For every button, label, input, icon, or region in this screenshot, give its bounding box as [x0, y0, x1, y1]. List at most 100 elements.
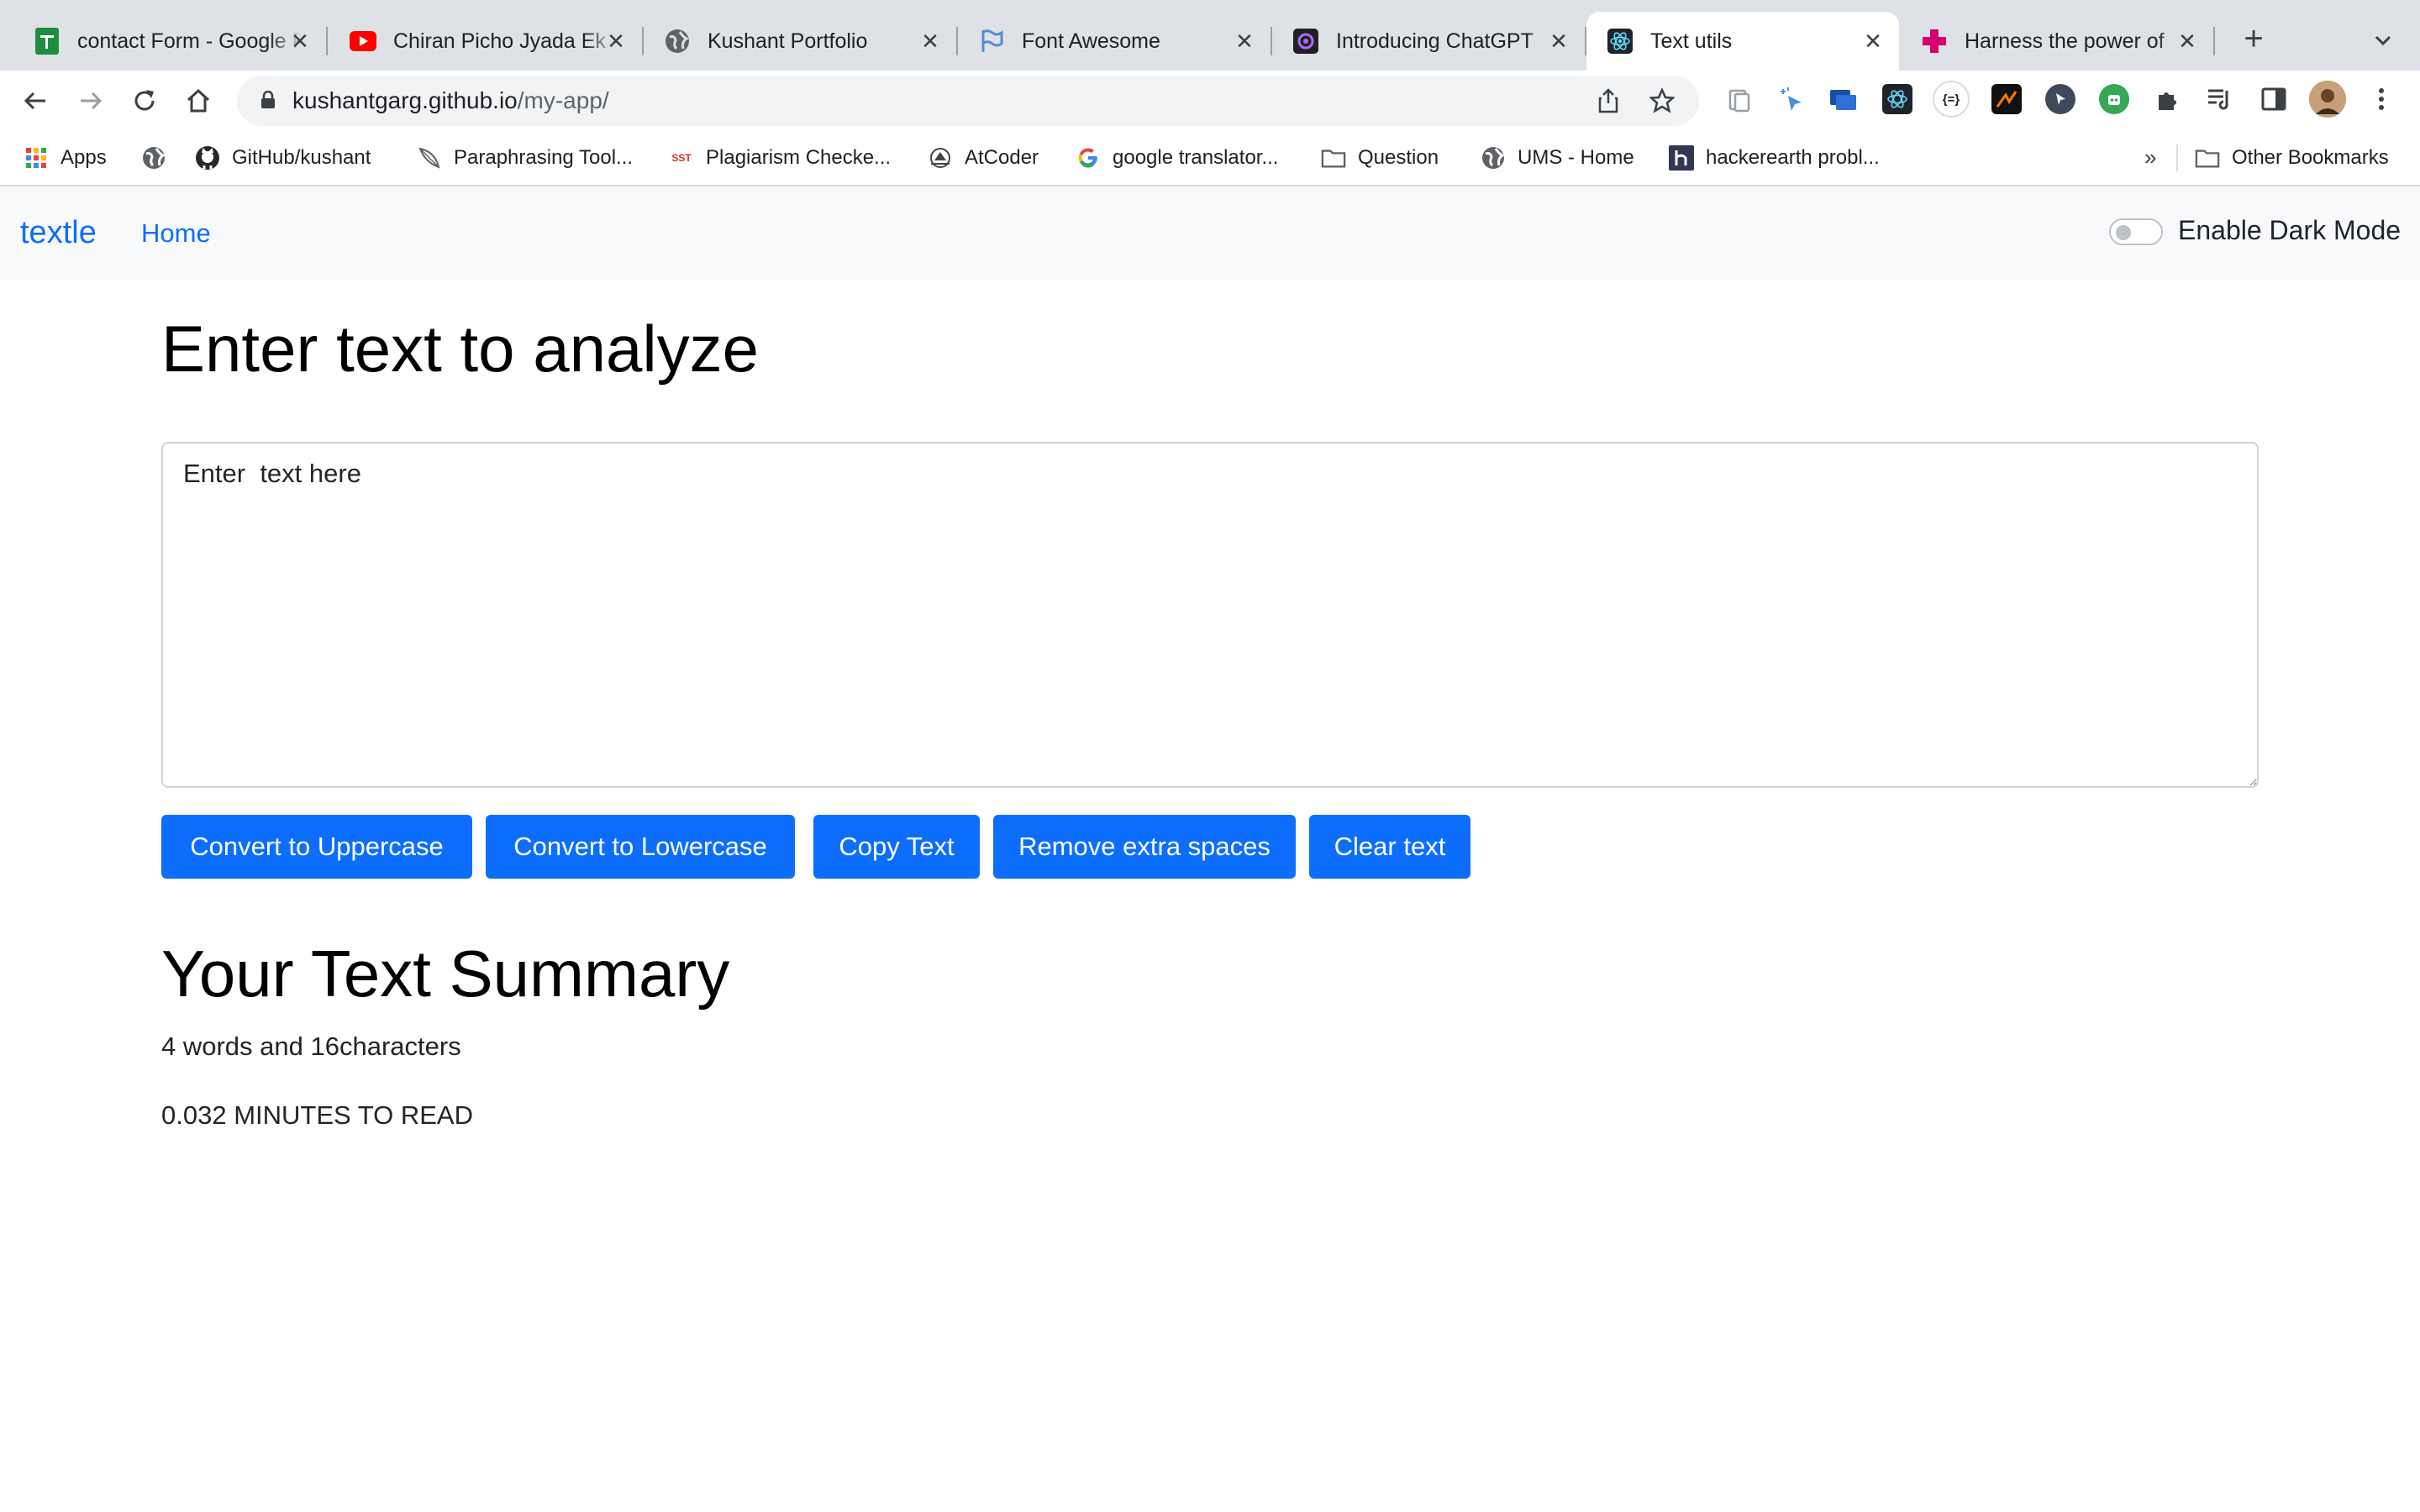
globe-icon	[141, 145, 166, 171]
bookmark-hackerearth[interactable]: hackerearth probl...	[1669, 143, 1880, 173]
tab-google-forms[interactable]: contact Form - Google Forms ✕	[13, 12, 328, 71]
robot-extension-icon[interactable]	[2099, 84, 2129, 114]
bookmarks-bar: Apps GitHub/kushant Paraphrasing Tool...…	[0, 131, 2420, 186]
tab-title: Kushant Portfolio	[708, 29, 868, 53]
puzzle-icon[interactable]	[2153, 84, 2183, 114]
star-icon[interactable]	[1649, 87, 1676, 114]
json-formatter-icon[interactable]: {=}	[1933, 81, 1970, 118]
tab-title: Text utils	[1650, 29, 1733, 53]
atcoder-icon	[928, 145, 953, 171]
remove-spaces-button[interactable]: Remove extra spaces	[993, 815, 1296, 879]
bookmark-github[interactable]: GitHub/kushant	[195, 143, 371, 173]
page-title: Enter text to analyze	[161, 312, 760, 386]
clear-text-button[interactable]: Clear text	[1309, 815, 1470, 879]
reload-icon	[134, 90, 155, 111]
close-icon[interactable]: ✕	[916, 27, 944, 55]
back-button[interactable]	[20, 86, 50, 116]
react-icon	[1607, 28, 1634, 55]
lock-icon[interactable]	[260, 90, 276, 109]
close-icon[interactable]: ✕	[2173, 27, 2202, 55]
avatar[interactable]	[2309, 81, 2346, 118]
bookmark-paraphrasing[interactable]: Paraphrasing Tool...	[417, 143, 633, 173]
tab-chatgpt[interactable]: Introducing ChatGPT ✕	[1272, 12, 1586, 71]
google-forms-icon	[34, 28, 60, 55]
dark-mode-label[interactable]: Enable Dark Mode	[2178, 215, 2401, 246]
bookmark-apps[interactable]: Apps	[24, 143, 107, 173]
folder-icon	[2195, 145, 2220, 171]
lowercase-button[interactable]: Convert to Lowercase	[486, 815, 795, 879]
google-icon	[1076, 145, 1101, 171]
feather-icon	[417, 145, 442, 171]
flag-icon	[978, 28, 1005, 55]
brand-link[interactable]: textle	[20, 215, 97, 251]
bookmark-label: Apps	[60, 146, 107, 169]
youtube-icon	[350, 28, 376, 55]
bookmark-google-translator[interactable]: google translator...	[1076, 143, 1278, 173]
close-icon[interactable]: ✕	[1544, 27, 1573, 55]
bookmark-label: hackerearth probl...	[1706, 146, 1880, 169]
bookmark-label: Paraphrasing Tool...	[454, 146, 634, 169]
pointer-extension-icon[interactable]	[2045, 84, 2075, 114]
home-button[interactable]	[183, 86, 213, 116]
reload-button[interactable]	[129, 86, 160, 116]
close-icon[interactable]: ✕	[1859, 27, 1887, 55]
globe-icon	[1481, 145, 1506, 171]
copy-text-button[interactable]: Copy Text	[813, 815, 980, 879]
read-time: 0.032 MINUTES TO READ	[161, 1100, 473, 1130]
bookmark-label: Other Bookmarks	[2232, 146, 2389, 169]
tab-title: Harness the power of	[1965, 29, 2165, 53]
new-tab-button[interactable]: +	[2235, 22, 2272, 59]
folder-icon	[1321, 145, 1346, 171]
tab-title: contact Form - Google Forms	[77, 29, 302, 53]
bookmarks-divider	[2176, 144, 2178, 171]
bookmarks-overflow-button[interactable]: »	[2144, 144, 2156, 171]
plus-brand-icon	[1921, 28, 1948, 55]
tab-harness[interactable]: Harness the power of ✕	[1901, 12, 2215, 71]
share-icon[interactable]	[1595, 87, 1622, 114]
globe-icon	[664, 28, 691, 55]
bookmark-atcoder[interactable]: AtCoder	[928, 143, 1039, 173]
close-icon[interactable]: ✕	[1230, 27, 1259, 55]
url-text[interactable]: kushantgarg.github.io/my-app/	[292, 87, 609, 114]
close-icon[interactable]: ✕	[602, 27, 630, 55]
apps-grid-icon	[24, 145, 49, 171]
uppercase-button[interactable]: Convert to Uppercase	[161, 815, 472, 879]
dev-extension-icon[interactable]	[1991, 84, 2022, 114]
text-input[interactable]: Enter text here	[161, 442, 2259, 788]
bookmark-globe[interactable]	[141, 143, 166, 173]
tab-font-awesome[interactable]: Font Awesome ✕	[958, 12, 1272, 71]
bookmark-ums-home[interactable]: UMS - Home	[1481, 143, 1634, 173]
tab-text-utils[interactable]: Text utils ✕	[1586, 12, 1899, 71]
bookmark-label: Question	[1358, 146, 1439, 169]
side-panel-icon[interactable]	[2259, 84, 2289, 114]
url-domain: kushantgarg.github.io	[292, 87, 518, 113]
tab-kushant-portfolio[interactable]: Kushant Portfolio ✕	[644, 12, 958, 71]
address-bar[interactable]: kushantgarg.github.io/my-app/	[237, 76, 1699, 126]
chevron-down-icon[interactable]	[2368, 25, 2398, 55]
bookmark-question-folder[interactable]: Question	[1321, 143, 1439, 173]
bookmark-label: google translator...	[1113, 146, 1279, 169]
dark-mode-toggle[interactable]	[2109, 218, 2163, 245]
toggle-knob	[2116, 225, 2131, 240]
nav-home-link[interactable]: Home	[141, 218, 211, 249]
clipboard-extension-icon[interactable]	[1724, 84, 1754, 114]
app-navbar: textle Home Enable Dark Mode	[0, 186, 2420, 281]
forward-button[interactable]	[76, 86, 106, 116]
tab-youtube[interactable]: Chiran Picho Jyada Ek ✕	[329, 12, 644, 71]
bookmark-label: GitHub/kushant	[232, 146, 371, 169]
arrow-right-icon	[81, 92, 103, 110]
tab-title: Introducing ChatGPT	[1336, 29, 1534, 53]
kebab-menu-icon[interactable]	[2371, 84, 2391, 114]
word-char-count: 4 words and 16characters	[161, 1032, 461, 1061]
bookmark-other-bookmarks[interactable]: Other Bookmarks	[2195, 143, 2389, 173]
bookmark-label: UMS - Home	[1518, 146, 1634, 169]
home-icon	[187, 88, 210, 113]
cursor-sparkle-extension-icon[interactable]	[1776, 84, 1807, 114]
react-devtools-icon[interactable]	[1882, 84, 1912, 114]
window-extension-icon[interactable]	[1828, 84, 1859, 114]
hackerearth-icon	[1669, 145, 1694, 171]
media-queue-icon[interactable]	[2205, 84, 2235, 114]
bookmark-plagiarism[interactable]: SST Plagiarism Checke...	[669, 143, 891, 173]
close-icon[interactable]: ✕	[286, 27, 314, 55]
tab-title: Chiran Picho Jyada Ek	[393, 29, 606, 53]
